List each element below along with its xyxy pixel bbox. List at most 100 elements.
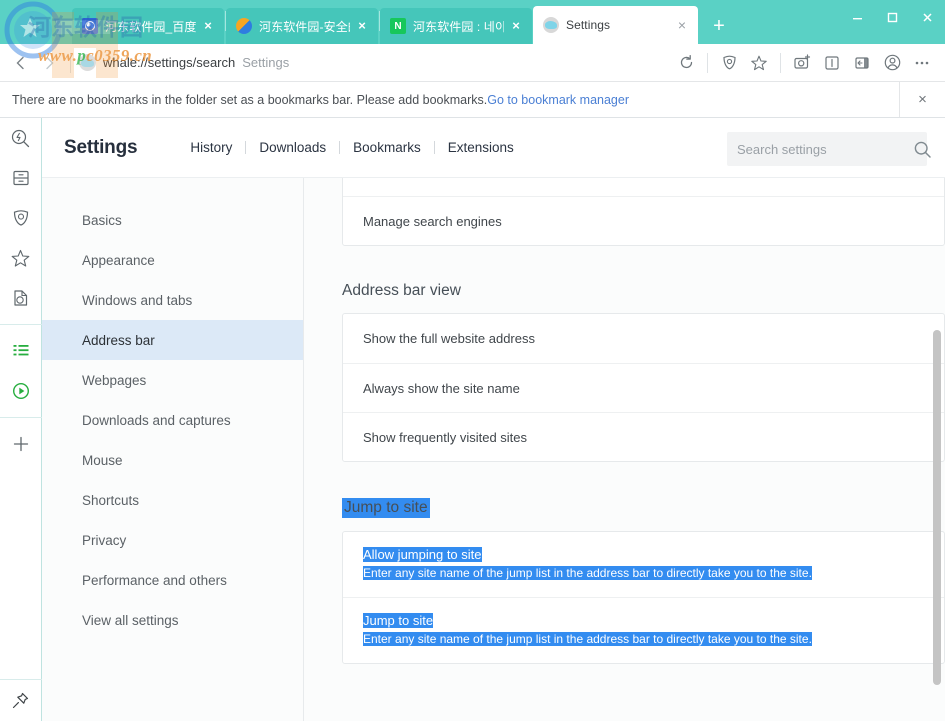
nav-link-bookmarks[interactable]: Bookmarks (340, 140, 434, 155)
sidebar-item-address-bar[interactable]: Address bar (42, 320, 303, 360)
section-title-jump-to-site: Jump to site (342, 498, 430, 518)
sidebar-item-windows-and-tabs[interactable]: Windows and tabs (42, 280, 303, 320)
nav-link-downloads[interactable]: Downloads (246, 140, 339, 155)
row-title: Allow jumping to site (363, 547, 482, 562)
tab-strip: 河东软件园_百度搜索 × 河东软件园-安全的绿 × N 河东软件园 : 네이버 … (0, 0, 945, 44)
tab-naver[interactable]: N 河东软件园 : 네이버 × (380, 8, 532, 44)
row-allow-jumping-to-site[interactable]: Allow jumping to site Enter any site nam… (343, 532, 944, 597)
nav-divider (70, 52, 71, 73)
address-bar-url: whale://settings/search (103, 55, 236, 70)
whale-icon (543, 17, 559, 33)
navigation-bar: whale://settings/search Settings (0, 44, 945, 82)
sidebar-toggle-icon[interactable] (847, 49, 877, 77)
address-bar-page-title: Settings (242, 55, 290, 70)
new-tab-button[interactable]: + (704, 8, 734, 44)
bookmark-notice-text: There are no bookmarks in the folder set… (12, 92, 488, 107)
jump-to-site-card: Allow jumping to site Enter any site nam… (342, 531, 945, 664)
tab-close-icon[interactable]: × (674, 17, 690, 33)
baidu-icon (82, 18, 98, 34)
search-input[interactable] (737, 141, 913, 157)
row-show-frequently-visited-sites[interactable]: Show frequently visited sites (343, 412, 944, 461)
sidebar-item-view-all-settings[interactable]: View all settings (42, 600, 303, 640)
nav-divider (780, 52, 781, 73)
nav-divider (707, 52, 708, 73)
quick-search-icon[interactable] (0, 118, 42, 158)
bookmark-manager-link[interactable]: Go to bookmark manager (487, 93, 629, 107)
naver-icon: N (390, 18, 406, 34)
manage-search-engines-row[interactable]: Manage search engines (343, 196, 944, 245)
whale-shield-icon[interactable] (714, 49, 744, 77)
reload-icon[interactable] (671, 49, 701, 77)
settings-top-nav: History Downloads Bookmarks Extensions (177, 140, 526, 155)
minimize-icon[interactable] (840, 0, 875, 34)
settings-header: Settings History Downloads Bookmarks Ext… (42, 118, 945, 178)
add-panel-icon[interactable] (0, 424, 42, 464)
search-icon[interactable] (913, 140, 932, 159)
reader-mode-icon[interactable] (817, 49, 847, 77)
tab-close-icon[interactable]: × (508, 18, 524, 34)
settings-side-menu: Basics Appearance Windows and tabs Addre… (42, 178, 304, 721)
sidebar-item-performance-and-others[interactable]: Performance and others (42, 560, 303, 600)
tab-title: 河东软件园_百度搜索 (105, 19, 196, 34)
row-show-full-website-address[interactable]: Show the full website address (343, 314, 944, 363)
tab-close-icon[interactable]: × (200, 18, 216, 34)
content-scrollbar[interactable] (933, 178, 943, 721)
scrollbar-thumb[interactable] (933, 330, 941, 685)
settings-body: Basics Appearance Windows and tabs Addre… (42, 178, 945, 721)
camera-capture-icon[interactable] (787, 49, 817, 77)
row-title: Jump to site (363, 613, 434, 628)
whale-sidebar (0, 118, 42, 721)
tab-settings[interactable]: Settings × (533, 6, 698, 44)
settings-search-box[interactable] (727, 132, 931, 166)
row-always-show-site-name[interactable]: Always show the site name (343, 363, 944, 412)
bookmark-notice-close-icon[interactable]: × (899, 82, 945, 117)
nav-link-extensions[interactable]: Extensions (435, 140, 527, 155)
close-icon[interactable] (910, 0, 945, 34)
address-bar[interactable]: whale://settings/search Settings (79, 50, 671, 76)
sidebar-item-mouse[interactable]: Mouse (42, 440, 303, 480)
drawer-icon[interactable] (0, 158, 42, 198)
forward-arrow-icon[interactable] (36, 50, 62, 76)
hedong-icon (236, 18, 252, 34)
settings-content: Manage search engines Address bar view S… (304, 178, 945, 721)
search-engines-card: Manage search engines (342, 178, 945, 246)
row-description: Enter any site name of the jump list in … (363, 632, 812, 646)
browser-window: 河东软件园_百度搜索 × 河东软件园-安全的绿 × N 河东软件园 : 네이버 … (0, 0, 945, 721)
more-options-icon[interactable] (907, 49, 937, 77)
sidebar-divider (0, 417, 42, 418)
window-controls (840, 0, 945, 34)
whale-page-icon (79, 54, 96, 71)
sidebar-item-downloads-and-captures[interactable]: Downloads and captures (42, 400, 303, 440)
page-title: Settings (64, 136, 138, 158)
translate-note-icon[interactable] (0, 278, 42, 318)
sidebar-item-privacy[interactable]: Privacy (42, 520, 303, 560)
tab-close-icon[interactable]: × (354, 18, 370, 34)
row-description: Enter any site name of the jump list in … (363, 566, 812, 580)
address-bar-view-card: Show the full website address Always sho… (342, 313, 945, 462)
sidebar-item-appearance[interactable]: Appearance (42, 240, 303, 280)
tab-baidu[interactable]: 河东软件园_百度搜索 × (72, 8, 224, 44)
section-title-address-bar-view: Address bar view (342, 282, 461, 299)
sidebar-item-shortcuts[interactable]: Shortcuts (42, 480, 303, 520)
card-row[interactable] (343, 178, 944, 196)
maximize-icon[interactable] (875, 0, 910, 34)
sidebar-item-basics[interactable]: Basics (42, 200, 303, 240)
tab-hedong[interactable]: 河东软件园-安全的绿 × (226, 8, 378, 44)
sidebar-divider (0, 324, 42, 325)
sidebar-item-webpages[interactable]: Webpages (42, 360, 303, 400)
pin-icon[interactable] (0, 679, 42, 721)
tab-title: Settings (566, 18, 611, 32)
back-arrow-icon[interactable] (8, 50, 34, 76)
settings-page: Settings History Downloads Bookmarks Ext… (42, 118, 945, 721)
row-jump-to-site[interactable]: Jump to site Enter any site name of the … (343, 597, 944, 663)
green-list-icon[interactable] (0, 331, 42, 371)
tab-title: 河东软件园-安全的绿 (259, 19, 350, 34)
whale-shield-icon[interactable] (0, 198, 42, 238)
green-play-icon[interactable] (0, 371, 42, 411)
favorites-star-icon[interactable] (0, 238, 42, 278)
star-icon[interactable] (744, 49, 774, 77)
nav-link-history[interactable]: History (177, 140, 245, 155)
tab-title: 河东软件园 : 네이버 (413, 19, 504, 34)
account-icon[interactable] (877, 49, 907, 77)
nav-right-icons (671, 49, 945, 77)
